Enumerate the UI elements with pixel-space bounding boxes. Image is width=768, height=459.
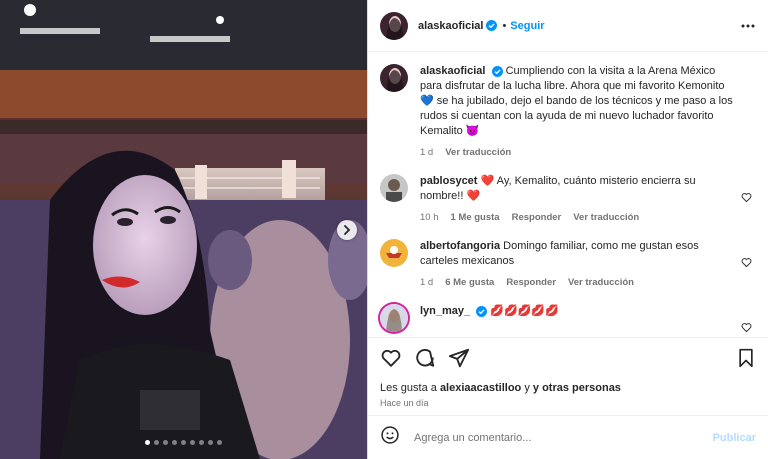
post-media[interactable] — [0, 0, 367, 459]
translate-link[interactable]: Ver traducción — [573, 210, 639, 225]
comment-time[interactable]: 10 h — [420, 210, 439, 225]
likes-suffix-conj: y — [524, 382, 530, 394]
comment-meta: 1 d 6 Me gusta Responder Ver traducción — [420, 275, 738, 290]
post-header: alaskaoficial • Seguir — [368, 0, 768, 52]
post-timestamp[interactable]: Hace un día — [380, 398, 756, 408]
carousel-dot — [172, 440, 177, 445]
separator-dot: • — [502, 19, 507, 32]
comment-username[interactable]: pablosycet — [420, 175, 477, 187]
caption-time[interactable]: 1 d — [420, 145, 433, 160]
author-username[interactable]: alaskaoficial — [418, 20, 483, 32]
author-avatar[interactable] — [380, 64, 408, 92]
action-bar — [380, 344, 756, 376]
carousel-dot — [154, 440, 159, 445]
comment-body: albertofangoria Domingo familiar, como m… — [420, 239, 756, 290]
comment-text: 💋💋💋💋💋 — [490, 305, 559, 317]
caption-meta: 1 d Ver traducción — [420, 145, 738, 160]
carousel-dot — [190, 440, 195, 445]
comment-like-icon[interactable] — [741, 255, 752, 273]
translate-link[interactable]: Ver traducción — [445, 145, 511, 160]
bookmark-icon[interactable] — [736, 348, 756, 373]
verified-badge-icon — [476, 305, 488, 317]
caption-body: alaskaoficial Cumpliendo con la visita a… — [420, 64, 756, 160]
comment-like-icon[interactable] — [741, 190, 752, 208]
carousel-dot — [208, 440, 213, 445]
comment-time[interactable]: 1 d — [420, 275, 433, 290]
commenter-avatar[interactable] — [380, 174, 408, 202]
carousel-dot — [181, 440, 186, 445]
comment-body: pablosycet ❤️ Ay, Kemalito, cuánto miste… — [420, 174, 756, 225]
commenter-avatar[interactable] — [380, 304, 408, 332]
carousel-dot — [217, 440, 222, 445]
likes-user[interactable]: alexiaacastilloo — [440, 382, 521, 394]
likes-summary: Les gusta a alexiaacastilloo y y otras p… — [380, 382, 756, 394]
carousel-dot — [199, 440, 204, 445]
comment-username[interactable]: lyn_may_ — [420, 305, 470, 317]
follow-button[interactable]: Seguir — [510, 20, 544, 32]
translate-link[interactable]: Ver traducción — [568, 275, 634, 290]
comment-item: albertofangoria Domingo familiar, como m… — [380, 239, 756, 290]
verified-badge-icon — [491, 65, 503, 77]
comment-body: lyn_may_ 💋💋💋💋💋 — [420, 304, 756, 319]
next-arrow-icon — [344, 225, 351, 235]
comment-input[interactable] — [412, 430, 713, 445]
likes-others-link[interactable]: y otras personas — [533, 382, 621, 394]
like-icon[interactable] — [380, 347, 402, 374]
comment-likes[interactable]: 1 Me gusta — [451, 210, 500, 225]
add-comment-bar: Publicar — [368, 415, 768, 459]
publish-button[interactable]: Publicar — [713, 432, 756, 444]
comment-icon[interactable] — [414, 347, 436, 374]
comment-meta: 10 h 1 Me gusta Responder Ver traducción — [420, 210, 738, 225]
more-options-icon[interactable] — [740, 18, 756, 34]
carousel-indicator — [0, 440, 367, 445]
comment-item: lyn_may_ 💋💋💋💋💋 — [380, 304, 756, 333]
comment-like-icon[interactable] — [741, 320, 752, 337]
carousel-next-button[interactable] — [337, 220, 357, 240]
caption-username[interactable]: alaskaoficial — [420, 65, 485, 77]
commenter-avatar[interactable] — [380, 239, 408, 267]
verified-badge-icon — [486, 20, 498, 31]
post-actions: Les gusta a alexiaacastilloo y y otras p… — [368, 337, 768, 408]
comments-list[interactable]: alaskaoficial Cumpliendo con la visita a… — [368, 52, 768, 337]
author-avatar[interactable] — [380, 11, 408, 40]
carousel-dot — [163, 440, 168, 445]
carousel-dot — [145, 440, 150, 445]
reply-link[interactable]: Responder — [506, 275, 556, 290]
share-icon[interactable] — [448, 347, 470, 374]
reply-link[interactable]: Responder — [512, 210, 562, 225]
post-photo — [0, 0, 367, 459]
likes-prefix: Les gusta a — [380, 382, 437, 394]
post-panel: alaskaoficial • Seguir alaskaoficial Cum… — [367, 0, 768, 459]
caption: alaskaoficial Cumpliendo con la visita a… — [380, 64, 756, 160]
comment-username[interactable]: albertofangoria — [420, 240, 500, 252]
emoji-icon[interactable] — [380, 425, 400, 450]
comment-item: pablosycet ❤️ Ay, Kemalito, cuánto miste… — [380, 174, 756, 225]
comment-likes[interactable]: 6 Me gusta — [445, 275, 494, 290]
